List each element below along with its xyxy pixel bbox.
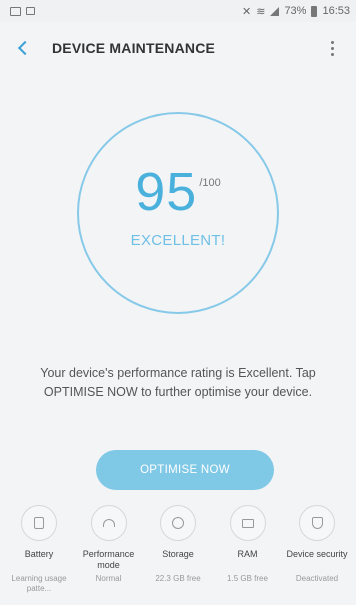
battery-card-circle bbox=[21, 505, 57, 541]
app-bar: DEVICE MAINTENANCE bbox=[0, 22, 356, 74]
card-status: Learning usage patte... bbox=[11, 574, 67, 593]
performance-card-circle bbox=[90, 505, 127, 541]
security-card-circle bbox=[299, 505, 335, 541]
performance-mode-card[interactable]: Performance mode Normal bbox=[76, 497, 142, 605]
card-label: RAM bbox=[237, 549, 258, 559]
gallery-icon bbox=[10, 6, 21, 16]
mute-icon: ✕ bbox=[242, 5, 252, 18]
score-max: /100 bbox=[199, 177, 221, 189]
ram-card[interactable]: RAM 1.5 GB free bbox=[215, 497, 281, 605]
optimise-now-button[interactable]: OPTIMISE NOW bbox=[96, 450, 274, 490]
notification-icon bbox=[26, 7, 35, 15]
back-button[interactable] bbox=[14, 34, 42, 62]
status-bar-left bbox=[10, 6, 35, 16]
battery-percent: 73% bbox=[284, 5, 307, 17]
ram-card-circle bbox=[229, 505, 266, 541]
score-rating: EXCELLENT! bbox=[130, 232, 226, 249]
memory-icon bbox=[241, 518, 254, 528]
card-status: Normal bbox=[95, 574, 122, 583]
card-label: Device security bbox=[286, 549, 348, 559]
signal-icon bbox=[270, 6, 280, 16]
status-bar-right: ✕ ≋ 73% 16:53 bbox=[242, 5, 350, 18]
storage-card[interactable]: Storage 22.3 GB free bbox=[145, 497, 211, 605]
status-bar: ✕ ≋ 73% 16:53 bbox=[0, 0, 356, 22]
card-label: Battery bbox=[24, 549, 54, 559]
battery-icon bbox=[311, 5, 318, 17]
wifi-icon: ≋ bbox=[256, 5, 266, 18]
maintenance-cards: Battery Learning usage patte... Performa… bbox=[0, 497, 356, 605]
score-display: 95 /100 bbox=[0, 165, 356, 219]
card-status: Deactivated bbox=[295, 574, 339, 583]
battery-icon bbox=[34, 517, 44, 529]
more-vert-icon bbox=[330, 40, 334, 44]
clock: 16:53 bbox=[322, 5, 350, 17]
card-status: 1.5 GB free bbox=[227, 574, 268, 583]
shield-icon bbox=[311, 517, 323, 529]
performance-description: Your device's performance rating is Exce… bbox=[40, 366, 316, 399]
storage-icon bbox=[172, 517, 184, 529]
battery-card[interactable]: Battery Learning usage patte... bbox=[6, 497, 72, 605]
chevron-left-icon bbox=[17, 40, 33, 56]
card-label: Performance mode bbox=[82, 549, 135, 570]
card-label: Storage bbox=[162, 549, 194, 559]
device-security-card[interactable]: Device security Deactivated bbox=[284, 497, 350, 605]
page-title: DEVICE MAINTENANCE bbox=[52, 40, 216, 56]
card-status: 22.3 GB free bbox=[155, 574, 201, 583]
score-value: 95 bbox=[135, 162, 198, 222]
more-options-button[interactable] bbox=[322, 34, 342, 62]
storage-card-circle bbox=[160, 505, 196, 541]
speedometer-icon bbox=[102, 519, 115, 527]
